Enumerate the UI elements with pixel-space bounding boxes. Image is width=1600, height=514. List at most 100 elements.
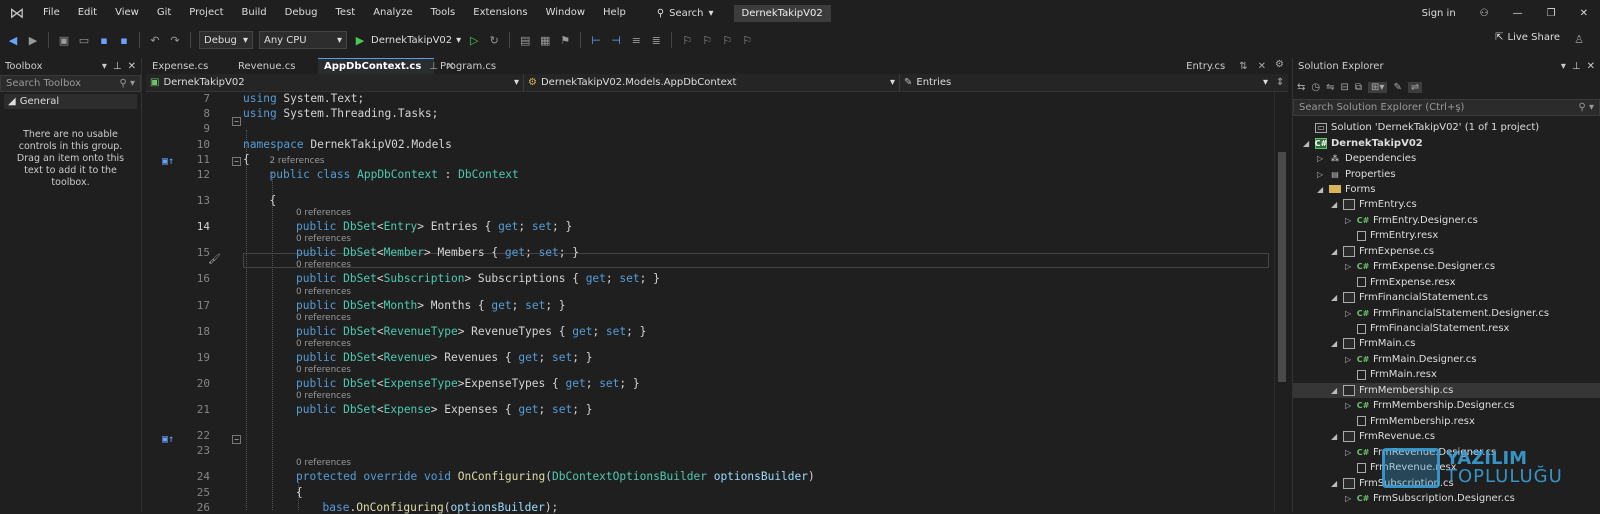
code-line[interactable]: public DbSet<Entry> Entries { get; set; …: [296, 220, 572, 233]
menu-item-tools[interactable]: Tools: [422, 0, 465, 26]
collapse-all-icon[interactable]: ⊟: [1341, 82, 1349, 93]
tree-item[interactable]: FrmExpense.resx: [1293, 275, 1600, 290]
menu-item-debug[interactable]: Debug: [276, 0, 327, 26]
pin-icon[interactable]: ⊥: [1572, 61, 1581, 72]
code-line[interactable]: public DbSet<Revenue> Revenues { get; se…: [296, 351, 592, 364]
comment-icon[interactable]: ≡: [629, 34, 643, 47]
tree-item[interactable]: ◢ FrmMembership.cs: [1293, 382, 1600, 399]
hot-reload-icon[interactable]: ↻: [487, 34, 501, 47]
forward-icon[interactable]: ▶: [26, 34, 40, 47]
code-lens-references[interactable]: 2 references: [270, 156, 325, 166]
close-button[interactable]: ✕: [1568, 8, 1600, 19]
code-line[interactable]: public DbSet<Month> Months { get; set; }: [296, 299, 566, 312]
menu-item-view[interactable]: View: [106, 0, 148, 26]
sign-in-link[interactable]: Sign in: [1410, 8, 1468, 19]
layout-icon[interactable]: ▦: [538, 34, 552, 47]
override-glyph-icon[interactable]: ▣↑: [162, 434, 174, 445]
code-line[interactable]: public DbSet<Member> Members { get; set;…: [296, 246, 579, 259]
pending-changes-filter-icon[interactable]: ⊞▾: [1368, 81, 1388, 93]
code-lens-references[interactable]: 0 references: [296, 313, 351, 323]
code-lens-references[interactable]: 0 references: [296, 339, 351, 349]
vertical-scrollbar[interactable]: [1274, 92, 1288, 512]
menu-item-analyze[interactable]: Analyze: [364, 0, 421, 26]
menu-item-help[interactable]: Help: [594, 0, 635, 26]
implementation-glyph-icon[interactable]: ▣↑: [162, 156, 174, 167]
solution-explorer-search-input[interactable]: Search Solution Explorer (Ctrl+ş) ⚲ ▾: [1293, 99, 1600, 116]
code-line[interactable]: namespace DernekTakipV02.Models: [243, 138, 452, 151]
code-line[interactable]: public DbSet<Subscription> Subscriptions…: [296, 272, 660, 285]
code-line[interactable]: public DbSet<Expense> Expenses { get; se…: [296, 403, 592, 416]
type-dropdown[interactable]: ⚙ DernekTakipV02.Models.AppDbContext ▾: [524, 73, 900, 92]
menu-item-build[interactable]: Build: [233, 0, 276, 26]
fold-toggle[interactable]: −: [232, 157, 241, 166]
fold-toggle[interactable]: −: [232, 117, 241, 126]
properties-wrench-icon[interactable]: ✎: [1393, 82, 1401, 93]
settings-gear-icon[interactable]: ⚙: [1275, 59, 1284, 70]
code-line[interactable]: public DbSet<RevenueType> RevenueTypes {…: [296, 325, 646, 338]
save-all-icon[interactable]: ▪: [117, 34, 131, 47]
feedback-icon[interactable]: ♙: [1572, 33, 1586, 46]
expander-triangle-icon[interactable]: ◢: [1331, 479, 1339, 488]
preview-tab[interactable]: Entry.cs ⇅ ✕: [1186, 58, 1266, 74]
menu-item-edit[interactable]: Edit: [69, 0, 106, 26]
tree-item[interactable]: ▷ C# FrmMain.Designer.cs: [1293, 352, 1600, 367]
bookmark-icon[interactable]: ⚐: [680, 34, 694, 47]
expander-triangle-icon[interactable]: ◢: [1331, 247, 1339, 256]
open-file-icon[interactable]: ▭: [77, 34, 91, 47]
expander-triangle-icon[interactable]: ▷: [1317, 154, 1325, 163]
menu-item-test[interactable]: Test: [327, 0, 365, 26]
menu-item-project[interactable]: Project: [180, 0, 232, 26]
document-tab[interactable]: AppDbContext.cs ⊥ ✕: [318, 58, 454, 74]
preview-selected-icon[interactable]: ⇌: [1407, 81, 1423, 93]
keep-open-icon[interactable]: ⇅: [1239, 61, 1247, 72]
dropdown-icon[interactable]: ▾: [1561, 61, 1566, 72]
tree-item[interactable]: ◢ Forms: [1293, 182, 1600, 197]
history-icon[interactable]: ◷: [1311, 82, 1320, 93]
close-icon[interactable]: ✕: [1258, 61, 1266, 72]
tree-item[interactable]: ▷ C# FrmExpense.Designer.cs: [1293, 259, 1600, 274]
code-line[interactable]: using System.Threading.Tasks;: [243, 107, 438, 120]
search-menu[interactable]: ⚲ Search ▾: [649, 8, 722, 19]
uncomment-icon[interactable]: ≣: [649, 34, 663, 47]
code-line[interactable]: {: [270, 194, 277, 207]
tree-item[interactable]: ◢ FrmRevenue.cs: [1293, 429, 1600, 444]
menu-item-extensions[interactable]: Extensions: [464, 0, 536, 26]
redo-icon[interactable]: ↷: [168, 34, 182, 47]
code-line[interactable]: {: [296, 486, 303, 499]
tree-item[interactable]: FrmEntry.resx: [1293, 228, 1600, 243]
tree-item[interactable]: FrmMain.resx: [1293, 367, 1600, 382]
expander-triangle-icon[interactable]: ◢: [1303, 139, 1311, 148]
menu-item-git[interactable]: Git: [148, 0, 180, 26]
code-line[interactable]: public DbSet<ExpenseType>ExpenseTypes { …: [296, 377, 640, 390]
toolbox-search-input[interactable]: Search Toolbox ⚲ ▾: [0, 75, 141, 92]
expander-triangle-icon[interactable]: ◢: [1331, 432, 1339, 441]
save-icon[interactable]: ▪: [97, 34, 111, 47]
tree-item[interactable]: ◢ FrmFinancialStatement.cs: [1293, 290, 1600, 305]
start-without-debugging-icon[interactable]: ▷: [467, 34, 481, 47]
undo-icon[interactable]: ↶: [148, 34, 162, 47]
tree-item[interactable]: ▷ ⁂ Dependencies: [1293, 151, 1600, 166]
start-debug-button[interactable]: ▶ DernekTakipV02 ▾: [353, 34, 461, 47]
code-line[interactable]: {: [243, 153, 250, 166]
tree-item[interactable]: ◢ FrmExpense.cs: [1293, 244, 1600, 259]
diagnostics-icon[interactable]: ⚑: [558, 34, 572, 47]
browse-icon[interactable]: ▤: [518, 34, 532, 47]
code-lens-references[interactable]: 0 references: [296, 458, 351, 468]
expander-triangle-icon[interactable]: ▷: [1345, 401, 1353, 410]
expander-triangle-icon[interactable]: ▷: [1345, 355, 1353, 364]
expander-triangle-icon[interactable]: ◢: [1331, 386, 1339, 395]
tree-item[interactable]: ▭ Solution 'DernekTakipV02' (1 of 1 proje…: [1293, 120, 1600, 135]
back-icon[interactable]: ◀: [6, 34, 20, 47]
close-icon[interactable]: ✕: [128, 61, 136, 72]
close-icon[interactable]: ✕: [1587, 61, 1595, 72]
expander-triangle-icon[interactable]: ▷: [1345, 309, 1353, 318]
expander-triangle-icon[interactable]: ▷: [1345, 448, 1353, 457]
document-tab[interactable]: Program.cs: [434, 58, 520, 74]
expander-triangle-icon[interactable]: ◢: [1331, 293, 1339, 302]
tree-item[interactable]: ◢ FrmEntry.cs: [1293, 197, 1600, 212]
live-share-button[interactable]: ⇱ Live Share: [1495, 32, 1560, 43]
new-project-icon[interactable]: ▣: [57, 34, 71, 47]
document-tab[interactable]: Revenue.cs: [232, 58, 318, 74]
code-lens-references[interactable]: 0 references: [296, 391, 351, 401]
minimize-button[interactable]: —: [1501, 8, 1535, 19]
